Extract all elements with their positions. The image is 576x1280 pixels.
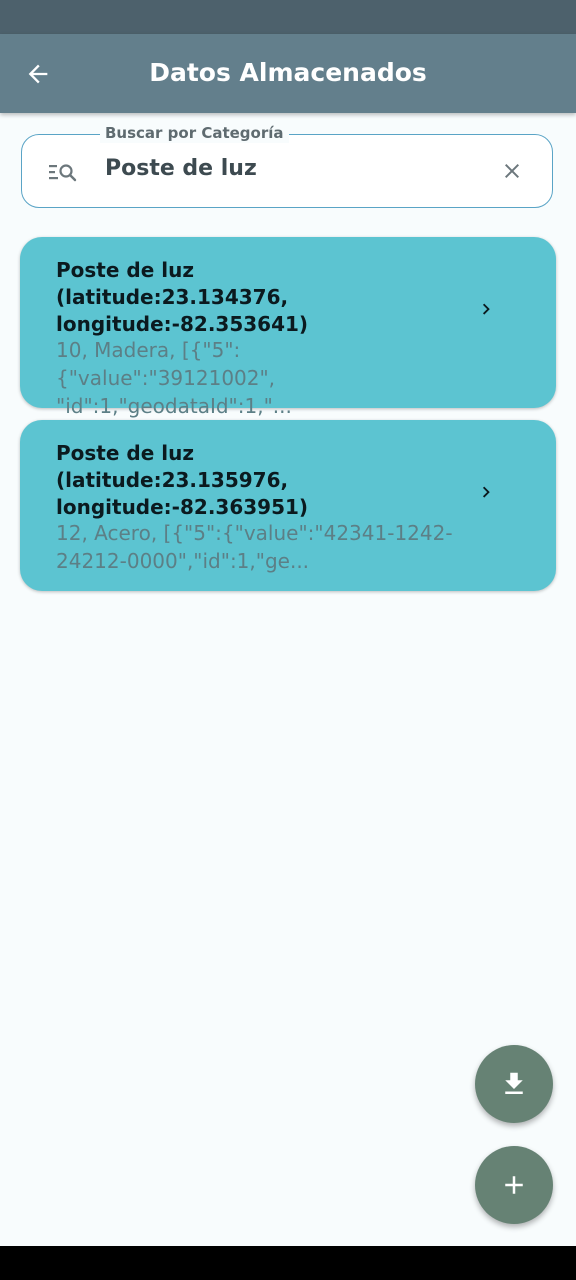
download-button[interactable]	[475, 1045, 553, 1123]
search-label: Buscar por Categoría	[100, 123, 289, 143]
record-title: Poste de luz (latitude:23.135976, longit…	[56, 441, 309, 519]
search-list-icon	[49, 164, 77, 182]
search-input[interactable]: Buscar por Categoría Poste de luz	[21, 123, 553, 208]
navigation-bar	[0, 1246, 576, 1280]
record-title: Poste de luz (latitude:23.134376, longit…	[56, 258, 309, 336]
list-item[interactable]: Poste de luz (latitude:23.134376, longit…	[20, 237, 556, 418]
chevron-right-icon	[482, 486, 490, 498]
plus-icon	[505, 1176, 523, 1194]
app-bar: Datos Almacenados	[0, 34, 576, 113]
clear-search-button[interactable]	[498, 157, 526, 185]
add-button[interactable]	[475, 1146, 553, 1224]
chevron-right-icon	[482, 303, 490, 315]
page-title: Datos Almacenados	[149, 58, 427, 87]
record-subtitle: 10, Madera, [{"5":{"value":"39121002", "…	[56, 338, 292, 418]
status-bar	[0, 0, 576, 34]
search-value: Poste de luz	[105, 156, 257, 181]
record-subtitle: 12, Acero, [{"5":{"value":"42341-1242- 2…	[56, 521, 453, 573]
list-item[interactable]: Poste de luz (latitude:23.135976, longit…	[20, 420, 556, 591]
close-icon	[505, 164, 519, 178]
download-icon	[505, 1072, 523, 1094]
